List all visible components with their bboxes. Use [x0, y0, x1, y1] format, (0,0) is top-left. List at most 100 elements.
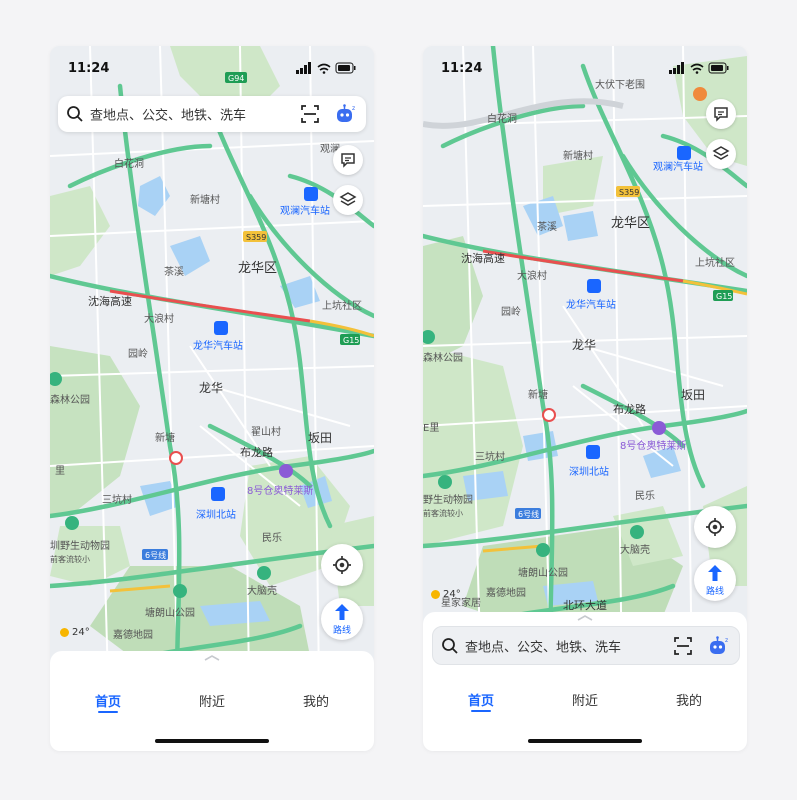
map-label-district: 龙华区 [238, 261, 277, 276]
layers-button[interactable] [333, 185, 363, 215]
search-icon [67, 106, 83, 122]
map-label-dalangcun: 大浪村 [144, 312, 174, 325]
map-label-shenzhen-north: 深圳北站 [569, 465, 609, 478]
search-placeholder: 查地点、公交、地铁、洗车 [465, 640, 622, 655]
map-label-longhua: 龙华 [199, 381, 223, 395]
map-label-line6: 6号线 [518, 509, 539, 519]
map-label-xintangcun: 新塘村 [190, 193, 220, 206]
route-label: 路线 [705, 587, 724, 597]
map-view[interactable]: G94 S359 G15 6号线 白花洞 新塘村 观澜汽车站 观澜 龙华区 茶溪… [50, 46, 374, 751]
temperature: 24° [72, 627, 90, 638]
map-label-dalangcun: 大浪村 [517, 269, 547, 282]
map-label-guanlan-bus: 观澜汽车站 [653, 160, 703, 173]
map-label-tanglang: 塘朗山公园 [145, 606, 195, 619]
map-label-guanlan-bus: 观澜汽车站 [280, 204, 330, 217]
search-bar[interactable]: 查地点、公交、地铁、洗车 z [58, 96, 366, 132]
map-label-danao: 大脑壳 [247, 584, 277, 597]
crosshair-icon [706, 518, 724, 536]
search-icon [442, 637, 458, 654]
svg-text:z: z [725, 637, 728, 644]
map-label-baihuadong: 白花洞 [487, 112, 517, 125]
map-label-sanhe: 三坑村 [102, 493, 132, 506]
map-label-shiao: 园岭 [501, 305, 521, 318]
home-indicator [528, 739, 642, 743]
map-label-expressway: 沈海高速 [88, 294, 132, 308]
sheet-handle-chevron-icon[interactable] [204, 655, 220, 661]
status-bar: 11:24 [50, 46, 374, 86]
map-label-shangkeng: 上坑社区 [322, 299, 362, 312]
signal-wifi-battery-icon [296, 62, 356, 74]
status-time: 11:24 [441, 61, 483, 76]
map-label-beihuan: 北环大道 [563, 598, 607, 612]
map-label-shangkeng: 上坑社区 [695, 256, 735, 269]
tab-active-indicator [98, 711, 118, 713]
route-button[interactable]: 路线 [321, 598, 363, 640]
map-label-shenzhen-north: 深圳北站 [196, 508, 236, 521]
bottom-tab-sheet: 首页 附近 我的 [50, 651, 374, 751]
map-label-district: 龙华区 [611, 216, 650, 231]
map-label-xintang: 新塘 [155, 431, 175, 444]
map-label-zoo: 野生动物园 [423, 493, 473, 506]
weather-badge: 24° [60, 627, 90, 638]
map-label-bantian: 坂田 [681, 388, 705, 402]
sheet-handle-chevron-icon[interactable] [577, 615, 593, 621]
map-label-outlet: 8号仓奥特莱斯 [247, 484, 313, 497]
route-button[interactable]: 路线 [694, 559, 736, 601]
assistant-bot-icon[interactable]: z [334, 103, 356, 125]
tab-active-indicator [471, 710, 491, 712]
scan-icon[interactable] [673, 636, 693, 656]
sun-icon [60, 627, 69, 637]
map-label-minle: 民乐 [635, 490, 655, 502]
assistant-bot-icon[interactable]: z [707, 635, 729, 657]
map-label-cuihu: 翟山村 [251, 425, 281, 438]
map-label-zoo-sub: 前客流较小 [50, 554, 90, 564]
home-indicator [155, 739, 269, 743]
map-label-xintangcun: 新塘村 [563, 149, 593, 162]
map-label-chaxi: 茶溪 [164, 265, 184, 278]
sun-icon [431, 589, 440, 599]
locate-button[interactable] [694, 506, 736, 548]
status-time: 11:24 [68, 61, 110, 76]
map-label-e-li: E里 [423, 422, 439, 434]
map-label-zoo: 圳野生动物园 [50, 539, 110, 552]
map-label-senlin-park: 森林公园 [50, 393, 90, 406]
tab-mine[interactable]: 我的 [281, 691, 351, 710]
map-label-jiahe-plaza: 嘉德地园 [113, 628, 153, 641]
map-label-outlet: 8号仓奥特莱斯 [620, 439, 686, 452]
route-label: 路线 [332, 626, 351, 636]
phone-screen-right: S359 G15 6号线 大伏下老围 白花洞 新塘村 观澜汽车站 龙华区 茶溪 … [423, 46, 747, 751]
map-label-shiao: 园岭 [128, 347, 148, 360]
message-icon [714, 107, 728, 122]
layers-button[interactable] [706, 139, 736, 169]
tab-home[interactable]: 首页 [446, 690, 516, 709]
map-label-g15: G15 [716, 292, 732, 301]
locate-button[interactable] [321, 544, 363, 586]
map-label-s359: S359 [619, 188, 639, 197]
feedback-button[interactable] [333, 145, 363, 175]
layers-icon [339, 192, 357, 206]
feedback-button[interactable] [706, 99, 736, 129]
map-label-danao: 大脑壳 [620, 543, 650, 556]
phone-screen-left: G94 S359 G15 6号线 白花洞 新塘村 观澜汽车站 观澜 龙华区 茶溪… [50, 46, 374, 751]
tab-mine[interactable]: 我的 [654, 690, 724, 709]
map-label-g15: G15 [343, 336, 359, 345]
message-icon [341, 153, 355, 168]
status-bar: 11:24 [423, 46, 747, 86]
map-label-longhua-bus: 龙华汽车站 [566, 298, 616, 311]
map-label-e-li: 里 [55, 465, 65, 477]
search-bar[interactable]: 查地点、公交、地铁、洗车 z [432, 626, 740, 665]
tab-home[interactable]: 首页 [73, 691, 143, 710]
scan-icon[interactable] [300, 104, 320, 124]
map-label-bulong-road: 布龙路 [240, 446, 273, 459]
map-label-chaxi: 茶溪 [537, 220, 557, 233]
layers-icon [712, 146, 730, 160]
tab-nearby[interactable]: 附近 [550, 690, 620, 709]
crosshair-icon [333, 556, 351, 574]
map-label-line6: 6号线 [145, 550, 166, 560]
signal-wifi-battery-icon [669, 62, 729, 74]
tab-nearby[interactable]: 附近 [177, 691, 247, 710]
map-label-senlin-park: 森林公园 [423, 351, 463, 364]
svg-text:z: z [352, 105, 355, 112]
route-arrow-icon [335, 604, 349, 620]
search-placeholder: 查地点、公交、地铁、洗车 [90, 108, 247, 124]
